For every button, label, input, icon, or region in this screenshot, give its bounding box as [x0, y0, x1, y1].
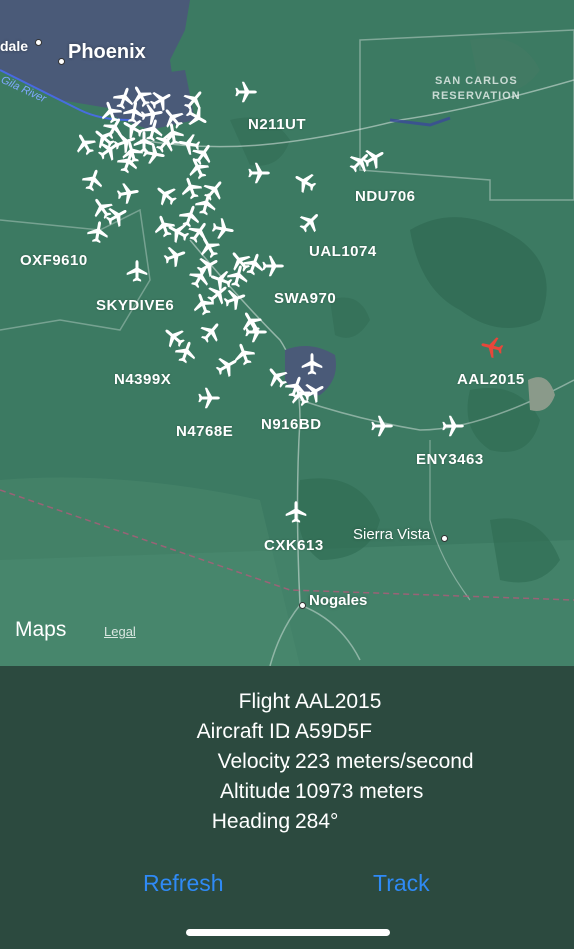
flight-label-selected[interactable]: AAL2015 [457, 371, 525, 388]
flight-label[interactable]: NDU706 [355, 188, 416, 205]
velocity-value: 223 meters/second [295, 750, 474, 773]
airplane-icon[interactable] [83, 217, 113, 247]
map-view[interactable]: SAN CARLOS RESERVATION dale Phoenix Gila… [0, 0, 574, 666]
city-label-nogales: Nogales [309, 592, 368, 609]
maps-attribution-logo: Maps [14, 618, 66, 642]
city-label-phoenix: Phoenix [68, 41, 146, 63]
city-dot-sierra-vista [441, 535, 448, 542]
city-dot-phoenix [58, 58, 65, 65]
refresh-button[interactable]: Refresh [143, 870, 224, 897]
flight-label[interactable]: SWA970 [274, 290, 336, 307]
airplane-icon[interactable] [283, 499, 309, 525]
airplane-icon[interactable] [440, 413, 466, 439]
detail-row-flight: Flight : AAL2015 [0, 690, 574, 720]
aircraft-id-value: A59D5F [295, 720, 373, 743]
airplane-icon[interactable] [369, 413, 395, 439]
detail-row-altitude: Altitude : 10973 meters [0, 780, 574, 810]
track-button[interactable]: Track [373, 870, 430, 897]
separator: : [285, 810, 291, 833]
heading-value: 284° [295, 810, 339, 833]
flight-label[interactable]: N916BD [261, 416, 322, 433]
airplane-icon[interactable] [299, 351, 325, 377]
flight-label[interactable]: N211UT [248, 116, 306, 133]
airplane-icon[interactable] [260, 253, 286, 279]
flight-details-panel: Flight : AAL2015 Aircraft ID : A59D5F Ve… [0, 666, 574, 949]
separator: : [285, 690, 291, 713]
airplane-icon[interactable] [196, 385, 222, 411]
flight-value: AAL2015 [295, 690, 382, 713]
flight-label[interactable]: CXK613 [264, 537, 324, 554]
altitude-value: 10973 meters [295, 780, 424, 803]
city-label-sierra-vista: Sierra Vista [353, 526, 431, 543]
flight-label[interactable]: OXF9610 [20, 252, 88, 269]
flight-label[interactable]: N4768E [176, 423, 233, 440]
separator: : [285, 720, 291, 743]
altitude-label: Altitude [219, 780, 290, 803]
flight-label-text: Flight [238, 690, 290, 713]
detail-row-velocity: Velocity : 223 meters/second [0, 750, 574, 780]
city-dot-dale [35, 39, 42, 46]
detail-row-aircraft-id: Aircraft ID : A59D5F [0, 720, 574, 750]
flight-label[interactable]: UAL1074 [309, 243, 377, 260]
city-label-dale: dale [0, 38, 29, 54]
aircraft-id-label: Aircraft ID [196, 720, 290, 743]
airplane-icon[interactable] [124, 258, 150, 284]
airplane-icon[interactable] [233, 79, 259, 105]
legal-link[interactable]: Legal [104, 624, 136, 639]
separator: : [285, 780, 291, 803]
city-dot-nogales [299, 602, 306, 609]
maps-logo-text: Maps [15, 618, 67, 641]
separator: : [285, 750, 291, 773]
flight-label[interactable]: ENY3463 [416, 451, 484, 468]
detail-row-heading: Heading : 284° [0, 810, 574, 840]
airplane-icon[interactable] [246, 160, 272, 186]
velocity-label: Velocity [217, 750, 290, 773]
flight-label[interactable]: SKYDIVE6 [96, 297, 174, 314]
region-label-san-carlos: SAN CARLOS RESERVATION [432, 75, 521, 102]
heading-label: Heading [211, 810, 290, 833]
flight-label[interactable]: N4399X [114, 371, 171, 388]
home-indicator[interactable] [186, 929, 390, 936]
